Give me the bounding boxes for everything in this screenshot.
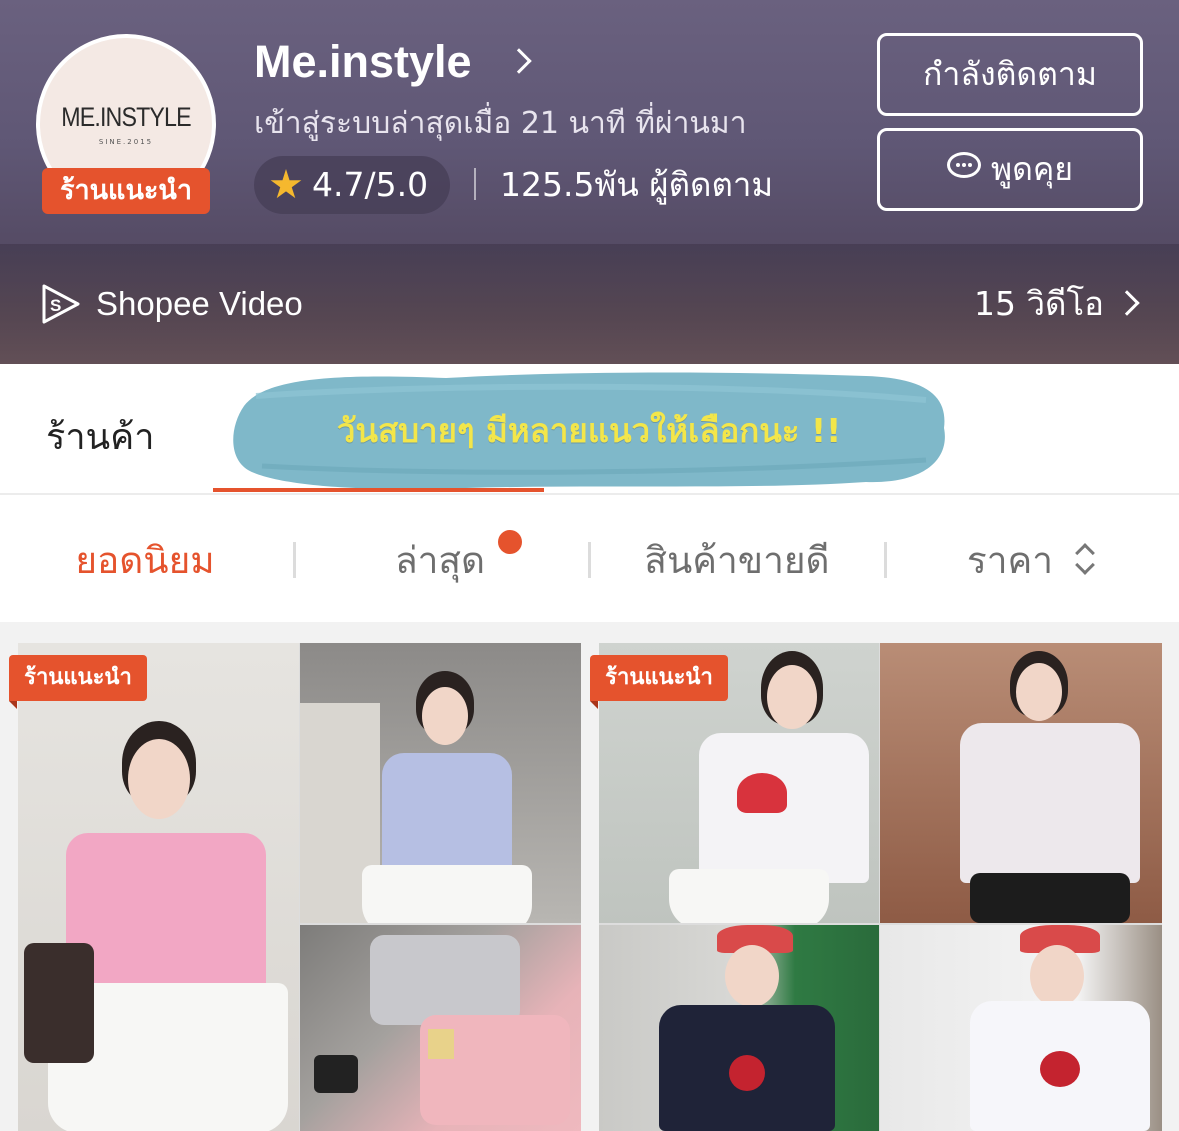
active-tab-indicator: [213, 488, 544, 492]
chat-icon: [946, 152, 981, 180]
last-seen-text: เข้าสู่ระบบล่าสุดเมื่อ 21 นาที ที่ผ่านมา: [254, 106, 747, 141]
sort-arrows-icon[interactable]: [1072, 542, 1098, 578]
sort-bar: ยอดนิยม ล่าสุด สินค้าขายดี ราคา: [0, 496, 1179, 622]
sort-popular[interactable]: ยอดนิยม: [60, 536, 230, 586]
star-icon: [270, 169, 302, 199]
product-photo: [599, 925, 879, 1131]
product-card[interactable]: [18, 643, 581, 1131]
rating-value: 4.7/5.0: [312, 165, 429, 204]
svg-text:S: S: [50, 296, 61, 315]
shop-name[interactable]: Me.instyle: [254, 34, 472, 90]
product-photo: [300, 925, 581, 1131]
product-photo: [880, 925, 1162, 1131]
shop-tabs: ร้านค้า วันสบายๆ มีหลายแนวให้เลือกนะ !!: [0, 364, 1179, 495]
follower-count: 125.5พัน ผู้ติดตาม: [500, 165, 774, 204]
chevron-right-icon[interactable]: [1114, 290, 1140, 316]
tab-shop[interactable]: ร้านค้า: [46, 408, 154, 465]
shopee-video-icon: S: [42, 284, 80, 324]
rating-pill: 4.7/5.0: [254, 156, 450, 214]
product-photo: [880, 643, 1162, 923]
caption-overlay-text: วันสบายๆ มีหลายแนวให้เลือกนะ !!: [336, 411, 842, 450]
divider: [0, 493, 1179, 495]
sort-price[interactable]: ราคา: [960, 536, 1060, 586]
divider: [884, 542, 887, 578]
preferred-shop-badge: ร้านแนะนำ: [590, 655, 728, 709]
avatar-logo-subtext: SINE.2015: [98, 138, 154, 146]
preferred-shop-badge: ร้านแนะนำ: [9, 655, 147, 709]
divider: [474, 168, 476, 200]
shopee-video-row[interactable]: S Shopee Video 15 วิดีโอ: [0, 244, 1179, 364]
chat-button[interactable]: พูดคุย: [877, 128, 1143, 211]
product-photo: [18, 643, 299, 1131]
shopee-video-label: Shopee Video: [96, 285, 303, 322]
avatar-logo-text: ME.INSTYLE: [61, 102, 191, 132]
preferred-shop-badge: ร้านแนะนำ: [42, 168, 210, 214]
chat-button-label: พูดคุย: [990, 150, 1074, 188]
following-button[interactable]: กำลังติดตาม: [877, 33, 1143, 116]
new-dot-indicator: [498, 530, 522, 554]
divider: [588, 542, 591, 578]
chevron-right-icon[interactable]: [506, 48, 532, 74]
sort-latest[interactable]: ล่าสุด: [380, 536, 500, 586]
product-card[interactable]: [599, 643, 1162, 1131]
divider: [293, 542, 296, 578]
product-photo: [300, 643, 581, 923]
shop-header: ME.INSTYLE SINE.2015 ร้านแนะนำ Me.instyl…: [0, 0, 1179, 364]
sort-top-sales[interactable]: สินค้าขายดี: [634, 536, 840, 586]
video-count: 15 วิดีโอ: [974, 284, 1104, 323]
